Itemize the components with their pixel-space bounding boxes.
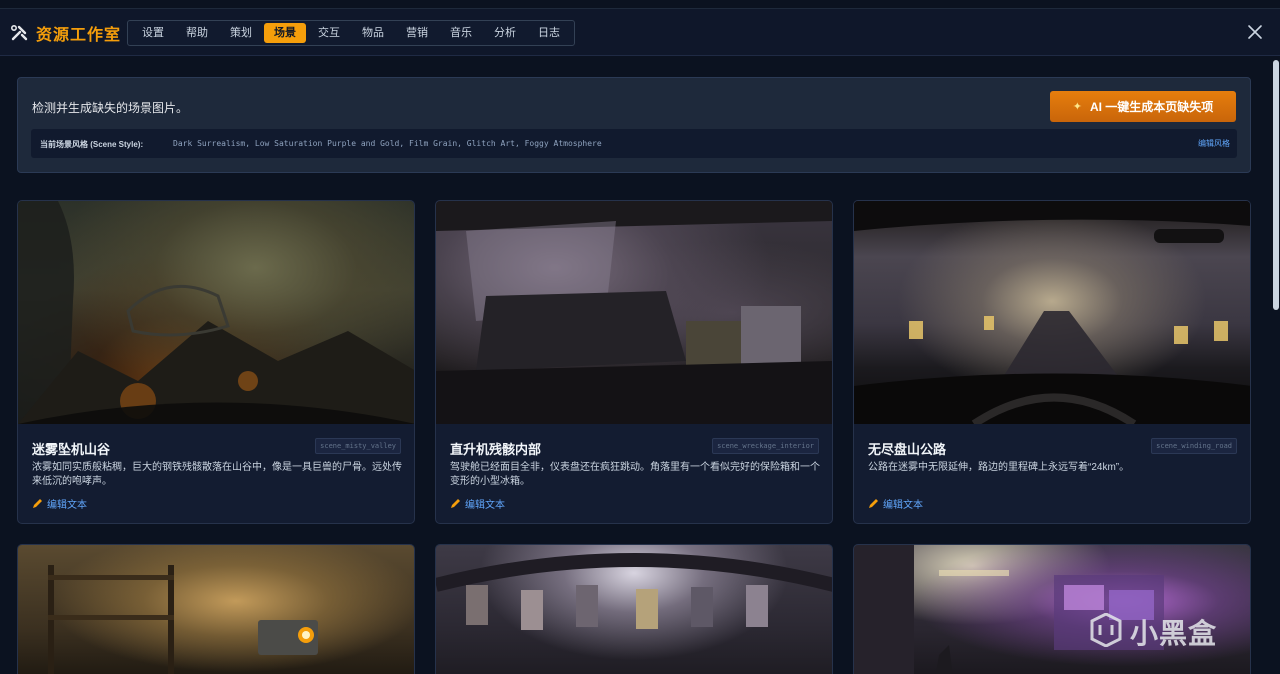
scene-style-row: 当前场景风格 (Scene Style): Dark Surrealism, L…: [31, 129, 1237, 158]
scene-image[interactable]: [18, 201, 414, 424]
edit-text-label: 编辑文本: [465, 500, 505, 511]
edit-style-link[interactable]: 编辑风格: [1198, 138, 1230, 149]
scene-card: [17, 544, 415, 674]
edit-text-button[interactable]: 编辑文本: [450, 496, 505, 511]
watermark: 小黑盒: [1088, 611, 1218, 652]
card-title: 直升机残骸内部: [450, 442, 542, 457]
scene-check-panel: 检测并生成缺失的场景图片。 ✦ AI 一键生成本页缺失项 当前场景风格 (Sce…: [17, 77, 1251, 173]
scrollbar-thumb[interactable]: [1273, 60, 1279, 310]
tab-log[interactable]: 日志: [528, 23, 570, 43]
scene-card: 无尽盘山公路 scene_winding_road 公路在迷雾中无限延伸，路边的…: [853, 200, 1251, 524]
main-tabs: 设置 帮助 策划 场景 交互 物品 营销 音乐 分析 日志: [127, 20, 575, 46]
ai-generate-button[interactable]: ✦ AI 一键生成本页缺失项: [1050, 91, 1236, 122]
edit-text-button[interactable]: 编辑文本: [868, 496, 923, 511]
edit-text-button[interactable]: 编辑文本: [32, 496, 87, 511]
edit-text-label: 编辑文本: [47, 500, 87, 511]
tab-settings[interactable]: 设置: [132, 23, 174, 43]
pencil-icon: [32, 498, 43, 509]
ai-generate-label: AI 一键生成本页缺失项: [1089, 100, 1214, 114]
tab-marketing[interactable]: 营销: [396, 23, 438, 43]
watermark-text: 小黑盒: [1130, 618, 1218, 649]
scene-image[interactable]: [436, 545, 832, 674]
scene-id-badge: scene_misty_valley: [315, 438, 401, 454]
scene-image[interactable]: [854, 201, 1250, 424]
panel-description: 检测并生成缺失的场景图片。: [32, 101, 189, 115]
tools-icon: [10, 24, 28, 42]
card-description: 浓雾如同实质般粘稠，巨大的钢铁残骸散落在山谷中，像是一具巨兽的尸骨。远处传来低沉…: [32, 462, 402, 487]
tab-music[interactable]: 音乐: [440, 23, 482, 43]
card-description: 驾驶舱已经面目全非，仪表盘还在疯狂跳动。角落里有一个看似完好的保险箱和一个变形的…: [450, 462, 820, 487]
close-icon[interactable]: [1246, 23, 1264, 41]
scene-id-badge: scene_wreckage_interior: [712, 438, 819, 454]
top-bar: 资源工作室 设置 帮助 策划 场景 交互 物品 营销 音乐 分析 日志: [0, 8, 1280, 56]
scene-style-label: 当前场景风格 (Scene Style):: [40, 140, 144, 149]
brand: 资源工作室: [10, 21, 121, 45]
scene-id-badge: scene_winding_road: [1151, 438, 1237, 454]
tab-interaction[interactable]: 交互: [308, 23, 350, 43]
scene-image[interactable]: [854, 545, 1250, 674]
tab-items[interactable]: 物品: [352, 23, 394, 43]
pencil-icon: [450, 498, 461, 509]
scene-card: [435, 544, 833, 674]
tab-scenes[interactable]: 场景: [264, 23, 306, 43]
card-description: 公路在迷雾中无限延伸，路边的里程碑上永远写着“24km”。: [868, 462, 1130, 473]
pencil-icon: [868, 498, 879, 509]
scene-card: [853, 544, 1251, 674]
card-title: 无尽盘山公路: [868, 442, 947, 457]
logo-icon: [1088, 611, 1124, 652]
scene-style-value: Dark Surrealism, Low Saturation Purple a…: [173, 139, 602, 148]
scene-card: 迷雾坠机山谷 scene_misty_valley 浓雾如同实质般粘稠，巨大的钢…: [17, 200, 415, 524]
card-title: 迷雾坠机山谷: [32, 442, 111, 457]
tab-analysis[interactable]: 分析: [484, 23, 526, 43]
tab-help[interactable]: 帮助: [176, 23, 218, 43]
scene-image[interactable]: [18, 545, 414, 674]
edit-text-label: 编辑文本: [883, 500, 923, 511]
tab-planning[interactable]: 策划: [220, 23, 262, 43]
spark-icon: ✦: [1072, 101, 1082, 113]
app-title: 资源工作室: [36, 25, 122, 44]
scene-image[interactable]: [436, 201, 832, 424]
scene-card: 直升机残骸内部 scene_wreckage_interior 驾驶舱已经面目全…: [435, 200, 833, 524]
